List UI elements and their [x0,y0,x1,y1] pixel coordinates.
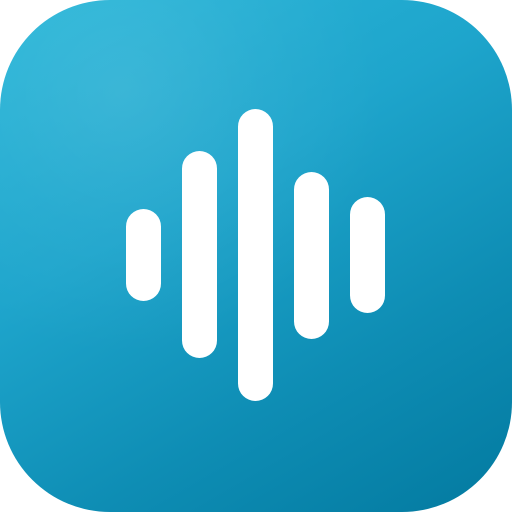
waveform-bar-4 [294,172,329,339]
waveform-bar-1 [126,209,161,301]
waveform-bar-5 [350,197,385,313]
waveform-bar-3 [238,109,273,401]
waveform-bar-2 [182,151,217,358]
audio-waveform-icon [0,0,512,512]
app-icon[interactable] [0,0,512,512]
